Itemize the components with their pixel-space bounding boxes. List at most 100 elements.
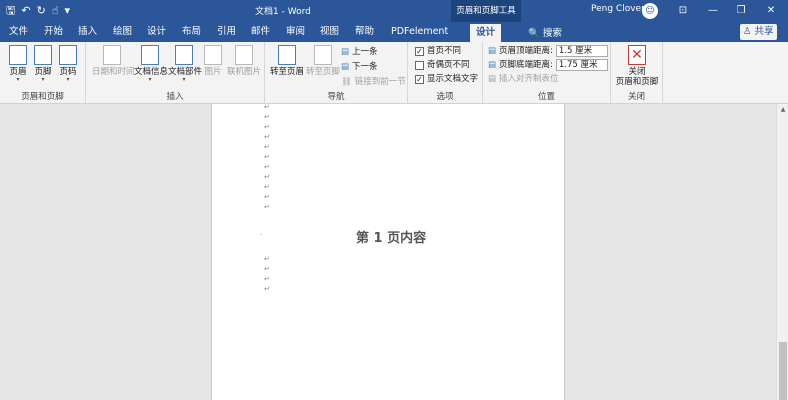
tab-review[interactable]: 审阅 <box>286 25 305 39</box>
goto-footer-icon <box>314 45 332 65</box>
paragraph-mark: ↵ <box>264 255 270 263</box>
header-top-spinner[interactable]: 1.5 厘米 <box>555 45 608 57</box>
customize-qat-icon[interactable]: ▾ <box>65 3 71 19</box>
tab-home[interactable]: 开始 <box>44 25 63 39</box>
scrollbar-thumb[interactable] <box>779 342 787 400</box>
close-header-footer-button[interactable]: ✕ 关闭 页眉和页脚 <box>613 45 661 87</box>
chevron-down-icon: ▾ <box>182 76 186 83</box>
paragraph-mark: ↵ <box>264 203 270 211</box>
anchor-dot: · <box>260 231 263 239</box>
undo-icon[interactable]: ↶ <box>21 3 30 19</box>
online-picture-icon <box>235 45 253 65</box>
group-close: ✕ 关闭 页眉和页脚 关闭 <box>611 42 663 104</box>
group-position: ▤ 页眉顶端距离: 1.5 厘米 ▤ 页脚底端距离: 1.75 厘米 ▤ 插入对… <box>483 42 611 104</box>
insert-alignment-tab-button[interactable]: ▤ 插入对齐制表位 <box>488 73 559 85</box>
close-icon[interactable]: ✕ <box>761 2 781 20</box>
tab-references[interactable]: 引用 <box>217 25 236 39</box>
save-icon[interactable]: 🖫 <box>6 3 15 19</box>
paragraph-mark: ↵ <box>264 103 270 111</box>
context-tab-header-footer-tools: 页眉和页脚工具 <box>451 0 521 22</box>
tab-header-footer-design[interactable]: 设计 <box>470 24 502 42</box>
avatar[interactable]: ☺ <box>642 3 658 19</box>
chevron-down-icon: ▾ <box>41 76 45 83</box>
close-x-icon: ✕ <box>628 45 646 65</box>
minimize-icon[interactable]: — <box>703 2 723 20</box>
previous-icon: ▤ <box>341 47 350 57</box>
user-name[interactable]: Peng Clover <box>591 4 645 14</box>
online-pictures-button[interactable]: 联机图片 <box>226 45 262 77</box>
checkbox-unchecked-icon <box>415 60 424 70</box>
chevron-down-icon: ▾ <box>148 76 152 83</box>
tab-file[interactable]: 文件 <box>9 25 28 39</box>
next-icon: ▤ <box>341 62 350 72</box>
paragraph-mark: ↵ <box>264 153 270 161</box>
footer-bottom-spinner[interactable]: 1.75 厘米 <box>555 59 608 71</box>
next-button[interactable]: ▤ 下一条 <box>341 61 378 73</box>
redo-icon[interactable]: ↻ <box>37 3 46 19</box>
pictures-button[interactable]: 图片 <box>202 45 224 77</box>
calendar-icon <box>103 45 121 65</box>
paragraph-mark: ↵ <box>264 113 270 121</box>
vertical-scrollbar[interactable]: ▲ <box>776 104 788 400</box>
first-page-different-checkbox[interactable]: ✓ 首页不同 <box>415 45 461 57</box>
group-navigation: 转至页眉 转至页脚 ▤ 上一条 ▤ 下一条 ⛓ 链接到前一节 导航 <box>265 42 408 104</box>
touch-mode-icon[interactable]: ☝ <box>52 3 59 19</box>
group-header-footer: 页眉 ▾ 页脚 ▾ 页码 ▾ 页眉和页脚 <box>0 42 86 104</box>
chevron-down-icon: ▾ <box>16 76 20 83</box>
footer-button[interactable]: 页脚 ▾ <box>29 45 57 83</box>
group-label: 页眉和页脚 <box>21 92 64 102</box>
picture-icon <box>204 45 222 65</box>
alignment-tab-icon: ▤ <box>488 74 497 84</box>
paragraph-mark: ↵ <box>264 173 270 181</box>
previous-button[interactable]: ▤ 上一条 <box>341 46 378 58</box>
group-options: ✓ 首页不同 奇偶页不同 ✓ 显示文档文字 选项 <box>408 42 483 104</box>
paragraph-mark: ↵ <box>264 133 270 141</box>
title-bar: 🖫 ↶ ↻ ☝ ▾ 文档1 - Word 页眉和页脚工具 Peng Clover… <box>0 0 788 22</box>
chevron-down-icon: ▾ <box>66 76 70 83</box>
odd-even-different-checkbox[interactable]: 奇偶页不同 <box>415 59 470 71</box>
search-box[interactable]: 🔍 搜索 <box>528 25 562 39</box>
tab-pdfelement[interactable]: PDFelement <box>391 25 448 39</box>
document-info-button[interactable]: 文档信息 ▾ <box>134 45 168 83</box>
document-area: ↵ ↵ ↵ ↵ ↵ ↵ ↵ ↵ ↵ ↵ ↵ · 第 1 页内容 ↵ ↵ ↵ ↵ <box>0 104 776 400</box>
group-label: 关闭 <box>627 92 645 102</box>
tab-help[interactable]: 帮助 <box>355 25 374 39</box>
link-icon: ⛓ <box>341 77 352 87</box>
ribbon-tabs: 文件 开始 插入 绘图 设计 布局 引用 邮件 审阅 视图 帮助 PDFelem… <box>0 22 788 42</box>
quick-parts-button[interactable]: 文档部件 ▾ <box>168 45 202 83</box>
checkbox-checked-icon: ✓ <box>415 46 424 56</box>
paragraph-mark: ↵ <box>264 193 270 201</box>
paragraph-mark: ↵ <box>264 265 270 273</box>
page-heading: 第 1 页内容 <box>356 231 427 246</box>
header-button[interactable]: 页眉 ▾ <box>4 45 32 83</box>
share-button[interactable]: ♙ 共享 <box>740 24 777 40</box>
tab-view[interactable]: 视图 <box>320 25 339 39</box>
show-document-text-checkbox[interactable]: ✓ 显示文档文字 <box>415 73 478 85</box>
date-time-button[interactable]: 日期和时间 <box>92 45 135 77</box>
footer-distance-icon: ▤ <box>488 60 497 70</box>
quick-access-toolbar: 🖫 ↶ ↻ ☝ ▾ <box>6 3 70 19</box>
page-number-button[interactable]: 页码 ▾ <box>54 45 82 83</box>
document-page[interactable]: ↵ ↵ ↵ ↵ ↵ ↵ ↵ ↵ ↵ ↵ ↵ · 第 1 页内容 ↵ ↵ ↵ ↵ <box>211 104 565 400</box>
group-label: 位置 <box>537 92 555 102</box>
ribbon-display-options-icon[interactable]: ⊡ <box>673 2 693 20</box>
paragraph-mark: ↵ <box>264 163 270 171</box>
header-top-distance: ▤ 页眉顶端距离: 1.5 厘米 <box>488 45 608 57</box>
tab-mailings[interactable]: 邮件 <box>251 25 270 39</box>
tab-insert[interactable]: 插入 <box>78 25 97 39</box>
paragraph-mark: ↵ <box>264 123 270 131</box>
paragraph-mark: ↵ <box>264 285 270 293</box>
scroll-up-icon[interactable]: ▲ <box>777 106 788 113</box>
tab-draw[interactable]: 绘图 <box>113 25 132 39</box>
group-label: 选项 <box>436 92 454 102</box>
tab-layout[interactable]: 布局 <box>182 25 201 39</box>
document-info-icon <box>141 45 159 65</box>
paragraph-mark: ↵ <box>264 143 270 151</box>
goto-footer-button[interactable]: 转至页脚 <box>305 45 341 77</box>
tab-design[interactable]: 设计 <box>147 25 166 39</box>
goto-header-button[interactable]: 转至页眉 <box>269 45 305 77</box>
footer-icon <box>34 45 52 65</box>
link-to-previous-button[interactable]: ⛓ 链接到前一节 <box>341 76 406 88</box>
restore-icon[interactable]: ❐ <box>731 2 751 20</box>
paragraph-mark: ↵ <box>264 183 270 191</box>
